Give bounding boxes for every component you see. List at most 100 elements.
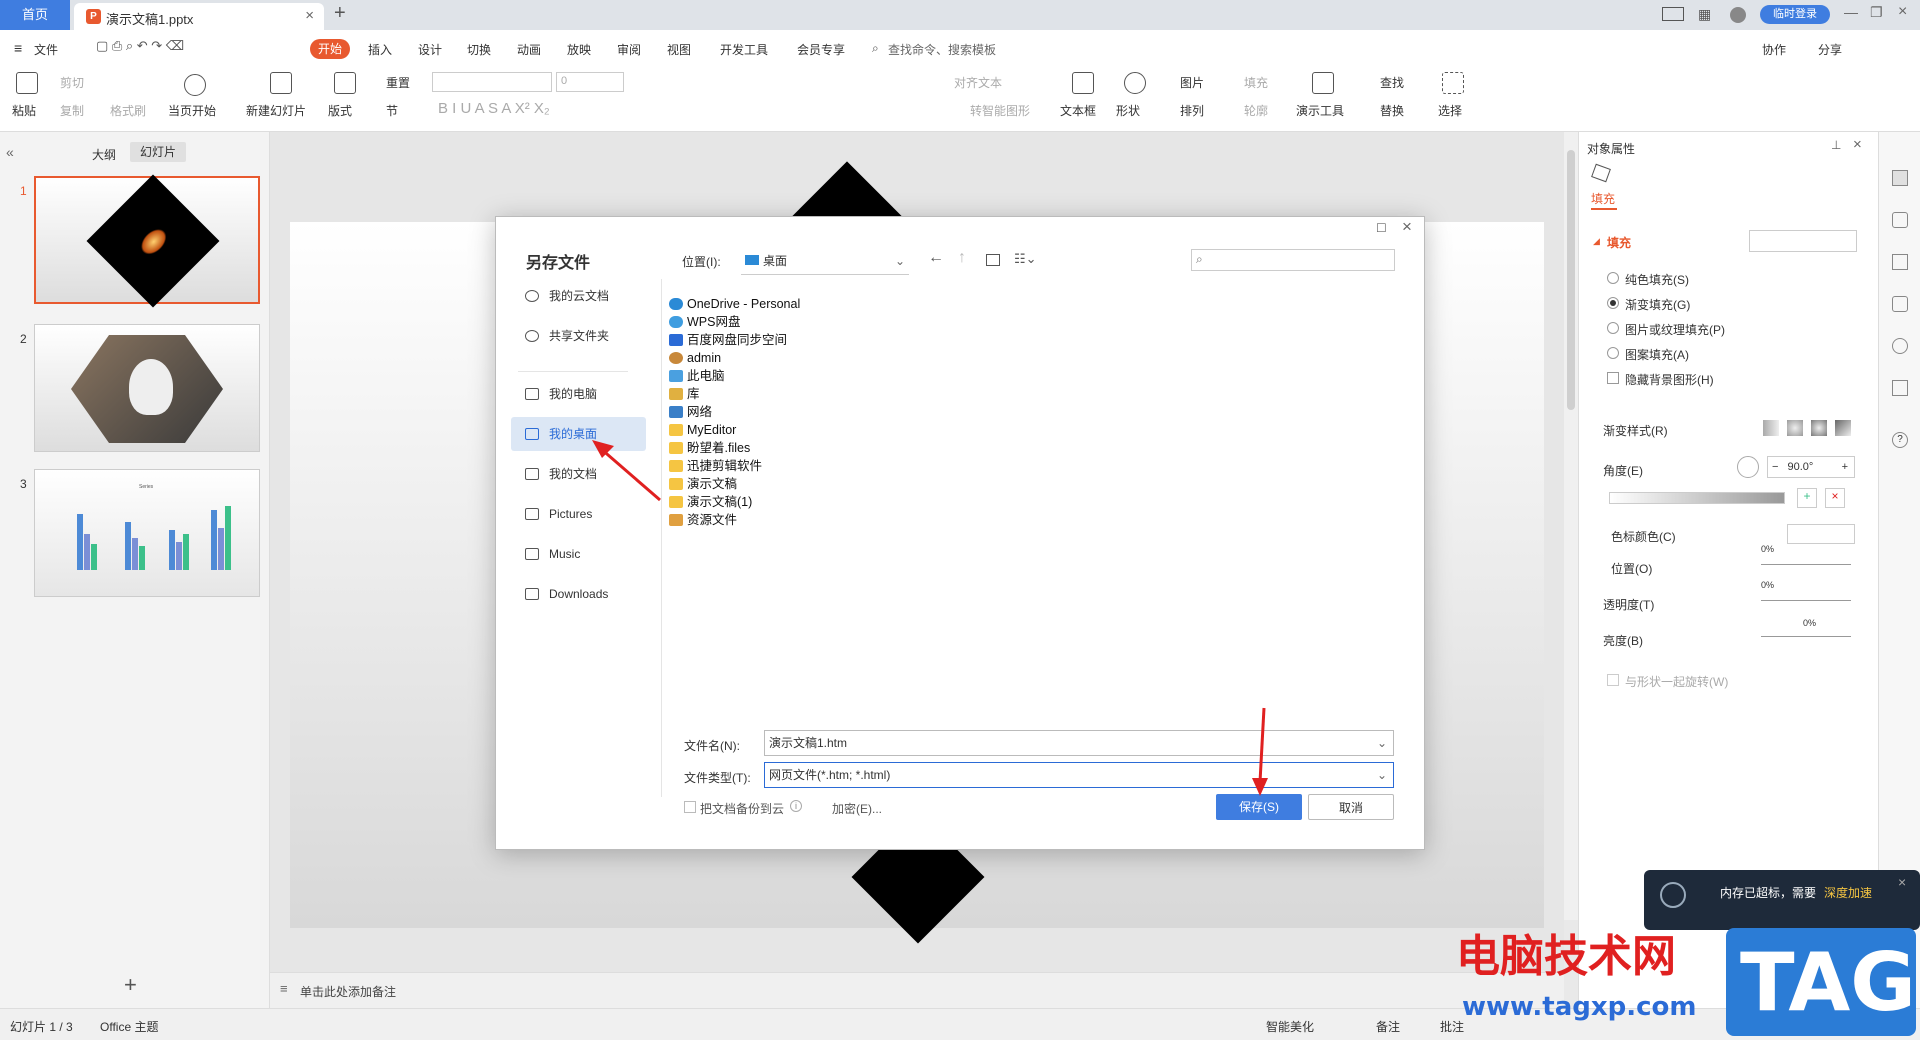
position-slider[interactable] [1761,564,1851,565]
picture-button[interactable]: 图片 [1180,74,1204,91]
angle-dial[interactable] [1737,456,1759,478]
filetype-select[interactable]: 网页文件(*.htm; *.html) ⌄ [764,762,1394,788]
gradient-path-icon[interactable] [1835,420,1851,436]
stop-color-dropdown[interactable] [1787,524,1855,544]
pane-title[interactable]: 对象属性 [1587,140,1635,157]
list-item[interactable]: OneDrive - Personal [669,295,800,313]
encrypt-link[interactable]: 加密(E)... [832,800,882,817]
section-button[interactable]: 节 [386,102,398,119]
layout-icon[interactable] [334,72,356,94]
info-icon[interactable]: i [790,800,802,812]
close-dialog-icon[interactable]: × [1402,217,1412,237]
outline-tab[interactable]: 大纲 [92,146,116,163]
cancel-button[interactable]: 取消 [1308,794,1394,820]
menu-start[interactable]: 开始 [310,39,350,59]
avatar[interactable] [1730,7,1746,23]
transparency-slider[interactable] [1761,600,1851,601]
format-painter-button[interactable]: 格式刷 [110,102,146,119]
collapse-pane-icon[interactable]: « [6,144,14,160]
close-pane-icon[interactable]: × [1853,136,1862,153]
reset-button[interactable]: 重置 [386,74,410,91]
login-button[interactable]: 临时登录 [1760,5,1830,24]
align-text-button[interactable]: 对齐文本 [954,74,1002,91]
font-family-select[interactable] [432,72,552,92]
present-tools-button[interactable]: 演示工具 [1296,102,1344,119]
home-tab[interactable]: 首页 [0,0,70,30]
radio-solid[interactable] [1607,272,1619,284]
layout-button[interactable]: 版式 [328,102,352,119]
sidebar-downloads[interactable]: Downloads [511,577,646,611]
slides-tab[interactable]: 幻灯片 [130,142,186,162]
textbox-button[interactable]: 文本框 [1060,102,1096,119]
close-popup-icon[interactable]: × [1898,874,1906,890]
menu-member[interactable]: 会员专享 [797,41,845,58]
option-solid-fill[interactable]: 纯色填充(S) [1625,271,1689,288]
hide-bg-checkbox[interactable] [1607,372,1619,384]
gradient-rect-icon[interactable] [1811,420,1827,436]
media-icon[interactable] [1892,296,1908,312]
popup-link[interactable]: 深度加速 [1824,884,1872,901]
option-gradient-fill[interactable]: 渐变填充(G) [1625,296,1690,313]
list-item[interactable]: WPS网盘 [669,313,740,331]
view-mode-icon[interactable]: ☷⌄ [1014,251,1037,267]
properties-icon[interactable] [1892,170,1908,186]
paste-icon[interactable] [16,72,38,94]
slide-thumbnail-2[interactable] [34,324,260,452]
delete-stop-icon[interactable]: × [1825,488,1845,508]
fill-color-dropdown[interactable] [1749,230,1857,252]
menu-design[interactable]: 设计 [418,41,442,58]
menu-slideshow[interactable]: 放映 [567,41,591,58]
option-picture-fill[interactable]: 图片或纹理填充(P) [1625,321,1725,338]
sidebar-cloud-docs[interactable]: 我的云文档 [511,279,646,313]
arrange-button[interactable]: 排列 [1180,102,1204,119]
menu-hamburger-icon[interactable]: ≡ [14,40,22,56]
document-tab[interactable]: P 演示文稿1.pptx × [74,3,324,30]
collaborate-button[interactable]: 协作 [1762,41,1786,58]
find-button[interactable]: 查找 [1380,74,1404,91]
fill-button[interactable]: 填充 [1244,74,1268,91]
paste-button[interactable]: 粘贴 [12,102,36,119]
filename-input[interactable]: 演示文稿1.htm ⌄ [764,730,1394,756]
maximize-dialog-icon[interactable]: ☐ [1376,221,1387,235]
radio-pattern[interactable] [1607,347,1619,359]
brightness-slider[interactable] [1761,636,1851,637]
layout-icon[interactable] [1662,7,1684,21]
command-search[interactable]: 查找命令、搜索模板 [888,41,996,58]
beautify-button[interactable]: 智能美化 [1266,1018,1314,1035]
book-icon[interactable] [1892,380,1908,396]
play-icon[interactable] [184,74,206,96]
cut-button[interactable]: 剪切 [60,74,84,91]
list-item[interactable]: 盼望着.files [669,439,750,457]
add-slide-icon[interactable]: + [124,972,137,998]
dialog-search-input[interactable]: ⌕ [1191,249,1395,271]
menu-transition[interactable]: 切换 [467,41,491,58]
menu-insert[interactable]: 插入 [368,41,392,58]
shape-icon[interactable] [1124,72,1146,94]
list-item[interactable]: admin [669,349,721,367]
list-item[interactable]: 演示文稿 [669,475,737,493]
notes-button[interactable]: 备注 [1376,1018,1400,1035]
sidebar-shared-folder[interactable]: 共享文件夹 [511,319,646,353]
menu-developer[interactable]: 开发工具 [720,41,768,58]
restore-icon[interactable]: ❐ [1870,4,1883,21]
close-tab-icon[interactable]: × [305,7,314,24]
present-tools-icon[interactable] [1312,72,1334,94]
collapse-triangle-icon[interactable]: ◢ [1593,236,1600,247]
list-item[interactable]: 网络 [669,403,712,421]
gradient-radial-icon[interactable] [1787,420,1803,436]
smart-convert-button[interactable]: 转智能图形 [970,102,1030,119]
list-item[interactable]: 资源文件 [669,511,737,529]
add-stop-icon[interactable]: + [1797,488,1817,508]
from-current-button[interactable]: 当页开始 [168,102,216,119]
new-slide-icon[interactable] [270,72,292,94]
font-size-select[interactable]: 0 [556,72,624,92]
slide-thumbnail-3[interactable]: Series [34,469,260,597]
notes-placeholder[interactable]: 单击此处添加备注 [300,983,396,1000]
textbox-icon[interactable] [1072,72,1094,94]
menu-view[interactable]: 视图 [667,41,691,58]
new-slide-button[interactable]: 新建幻灯片 [246,102,306,119]
radio-picture[interactable] [1607,322,1619,334]
rotate-checkbox[interactable] [1607,674,1619,686]
list-item[interactable]: 演示文稿(1) [669,493,752,511]
fill-tab[interactable]: 填充 [1591,190,1615,207]
